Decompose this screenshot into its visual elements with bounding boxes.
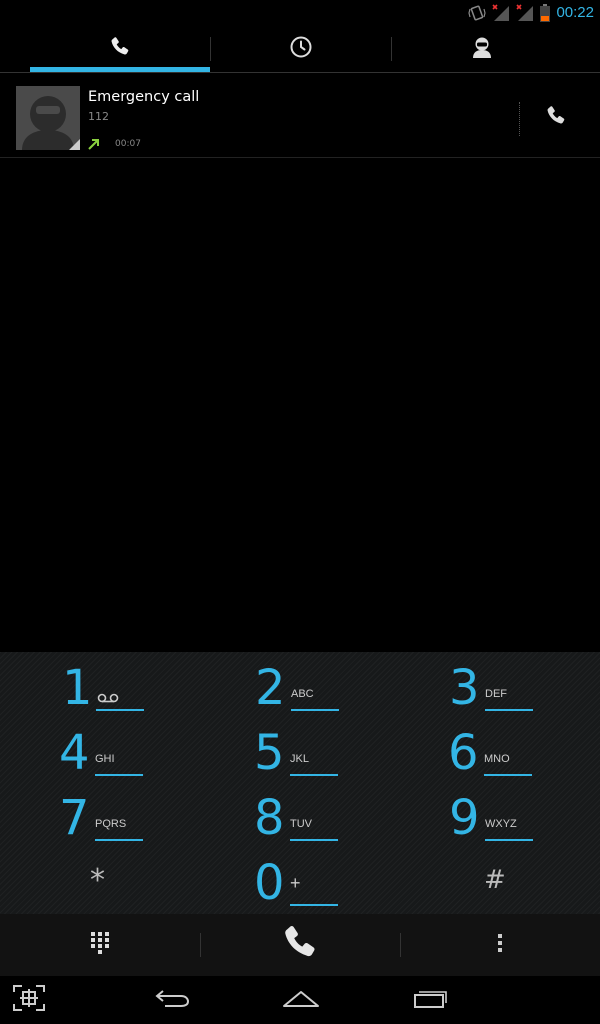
overflow-menu-button[interactable]: [400, 914, 600, 976]
key-digit: *: [90, 863, 105, 898]
key-underline: [95, 839, 143, 841]
clock-icon: [289, 35, 313, 63]
call-log-duration: 00:07: [115, 139, 141, 149]
recent-apps-icon: [413, 987, 449, 1013]
key-letters: JKL: [290, 753, 309, 765]
key-digit: 6: [448, 725, 479, 781]
dialer-action-bar: [0, 914, 600, 976]
call-back-button[interactable]: [536, 98, 576, 138]
screenshot-button[interactable]: [0, 976, 64, 1024]
back-icon: [155, 987, 191, 1013]
key-underline: [95, 774, 143, 776]
call-log-item[interactable]: Emergency call 112 00:07: [0, 74, 600, 158]
dialpad-key-0[interactable]: 0 +: [254, 851, 404, 915]
overflow-menu-icon: [497, 932, 503, 958]
key-digit: 5: [254, 725, 285, 781]
key-letters: +: [290, 873, 301, 893]
call-button-icon: [279, 922, 321, 968]
call-log-number: 112: [88, 110, 109, 123]
key-underline: [485, 839, 533, 841]
dialpad-key-hash[interactable]: #: [484, 851, 524, 915]
dialpad-key-1[interactable]: 1: [62, 656, 212, 720]
avatar[interactable]: [16, 86, 80, 150]
status-time: 00:22: [556, 4, 594, 21]
tab-bar: [0, 25, 600, 73]
key-underline: [485, 709, 533, 711]
key-digit: 3: [449, 660, 480, 716]
phone-icon: [544, 104, 568, 132]
screenshot-icon: [12, 984, 46, 1016]
key-digit: 8: [254, 790, 285, 846]
dialpad-key-5[interactable]: 5 JKL: [254, 721, 404, 785]
dialpad-key-3[interactable]: 3 DEF: [449, 656, 599, 720]
status-bar: 00:22: [0, 0, 600, 25]
dialpad-key-8[interactable]: 8 TUV: [254, 786, 404, 850]
key-digit: 1: [62, 660, 93, 716]
key-letters: DEF: [485, 688, 507, 700]
tab-contacts[interactable]: [392, 25, 572, 73]
dialpad-key-star[interactable]: *: [90, 851, 130, 915]
dialpad-key-4[interactable]: 4 GHI: [59, 721, 209, 785]
voicemail-icon: [96, 689, 120, 708]
navigation-bar: [0, 976, 600, 1024]
key-digit: 7: [59, 790, 90, 846]
key-letters: PQRS: [95, 818, 127, 830]
key-letters: GHI: [95, 753, 115, 765]
dialpad-toggle-icon: [90, 931, 110, 959]
key-underline: [290, 904, 338, 906]
dialpad: 1 2 ABC 3 DEF 4 GHI 5 JKL 6 MNO 7 PQRS 8…: [0, 652, 600, 914]
key-digit: 9: [449, 790, 480, 846]
home-icon: [282, 988, 320, 1012]
tab-selected-indicator: [30, 67, 210, 72]
key-underline: [96, 709, 144, 711]
quick-contact-badge: [69, 139, 80, 150]
call-log-name: Emergency call: [88, 89, 200, 105]
contacts-icon: [470, 35, 494, 63]
key-underline: [291, 709, 339, 711]
key-letters: WXYZ: [485, 818, 517, 830]
back-button[interactable]: [138, 976, 208, 1024]
call-button[interactable]: [200, 914, 400, 976]
key-letters: TUV: [290, 818, 312, 830]
battery-low-icon: [540, 3, 551, 22]
status-icons: 00:22: [468, 2, 594, 23]
key-digit: 2: [255, 660, 286, 716]
key-underline: [290, 839, 338, 841]
dialpad-key-2[interactable]: 2 ABC: [255, 656, 405, 720]
dialpad-key-6[interactable]: 6 MNO: [448, 721, 598, 785]
dialpad-toggle-button[interactable]: [0, 914, 200, 976]
vibrate-icon: [468, 4, 487, 22]
signal-no-service-icon: [492, 3, 510, 22]
key-digit: 0: [254, 855, 285, 911]
key-digit: 4: [59, 725, 90, 781]
dialpad-key-9[interactable]: 9 WXYZ: [449, 786, 599, 850]
dialpad-key-7[interactable]: 7 PQRS: [59, 786, 209, 850]
tab-dialer[interactable]: [30, 25, 210, 73]
key-letters: ABC: [291, 688, 314, 700]
key-digit: #: [484, 865, 506, 895]
phone-icon: [108, 35, 132, 63]
row-divider: [519, 102, 520, 136]
key-underline: [484, 774, 532, 776]
home-button[interactable]: [266, 976, 336, 1024]
signal-no-service-icon: [516, 3, 534, 22]
key-underline: [290, 774, 338, 776]
call-log-list: Emergency call 112 00:07: [0, 74, 600, 652]
key-letters: MNO: [484, 753, 510, 765]
recent-apps-button[interactable]: [396, 976, 466, 1024]
tab-call-log[interactable]: [211, 25, 391, 73]
outgoing-call-arrow-icon: [86, 136, 102, 152]
